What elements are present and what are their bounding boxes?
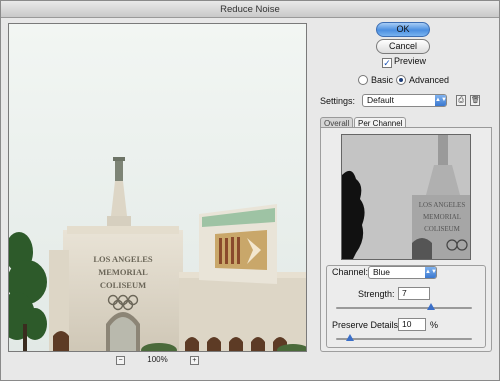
channel-select[interactable]: Blue ▲▼ [368,266,437,279]
preserve-details-slider-handle[interactable] [345,334,354,341]
mode-advanced-radio-row[interactable]: Advanced [396,74,449,86]
cancel-button[interactable]: Cancel [376,39,430,54]
preview-checkbox-row[interactable]: ✓ Preview [382,55,426,68]
sign-line-3: COLISEUM [100,280,146,290]
dropdown-arrow-icon: ▲▼ [425,267,437,278]
strength-slider-track[interactable] [336,307,472,309]
zoom-bar: − 100% + [8,353,307,367]
channel-preview-thumbnail[interactable]: LOS ANGELES MEMORIAL COLISEUM [341,134,471,260]
preview-label: Preview [394,56,427,66]
strength-label: Strength: [358,289,395,299]
settings-label: Settings: [320,96,356,106]
percent-unit: % [430,320,439,330]
save-settings-icon[interactable]: ⎙ [456,95,466,106]
trash-icon[interactable]: 🗑 [470,95,480,106]
preserve-details-input[interactable]: 10 [398,318,426,331]
channel-label: Channel: [332,267,369,277]
sign-line-1: LOS ANGELES [93,254,153,264]
dropdown-arrow-icon: ▲▼ [435,95,447,106]
preserve-details-slider-track[interactable] [336,338,472,340]
channel-value: Blue [373,267,391,277]
preserve-details-label: Preserve Details: [332,320,401,330]
preview-image[interactable]: LOS ANGELES MEMORIAL COLISEUM [8,23,307,352]
strength-slider-handle[interactable] [427,303,436,310]
strength-input[interactable]: 7 [398,287,430,300]
thumbnail-sign-text-3: COLISEUM [424,225,461,233]
coliseum-photo: LOS ANGELES MEMORIAL COLISEUM [9,24,306,351]
window-title: Reduce Noise [1,1,499,18]
mode-advanced-radio[interactable] [396,75,406,85]
reduce-noise-dialog: Reduce Noise LOS ANGELES MEMORIAL COLISE… [0,0,500,381]
thumbnail-sign-text-2: MEMORIAL [423,213,461,221]
zoom-in-button[interactable]: + [189,355,199,365]
mode-advanced-label: Advanced [409,75,450,85]
mode-basic-radio[interactable] [358,75,368,85]
zoom-level: 100% [147,355,168,364]
settings-value: Default [367,95,394,105]
preview-checkbox[interactable]: ✓ [382,58,392,68]
thumbnail-sign-text: LOS ANGELES [419,201,466,209]
ok-button[interactable]: OK [376,22,430,37]
mode-basic-label: Basic [371,75,394,85]
zoom-out-button[interactable]: − [116,355,126,365]
mode-basic-radio-row[interactable]: Basic [358,74,393,86]
sign-line-2: MEMORIAL [98,267,148,277]
channel-grayscale-photo: LOS ANGELES MEMORIAL COLISEUM [342,135,470,259]
settings-select[interactable]: Default ▲▼ [362,94,447,107]
